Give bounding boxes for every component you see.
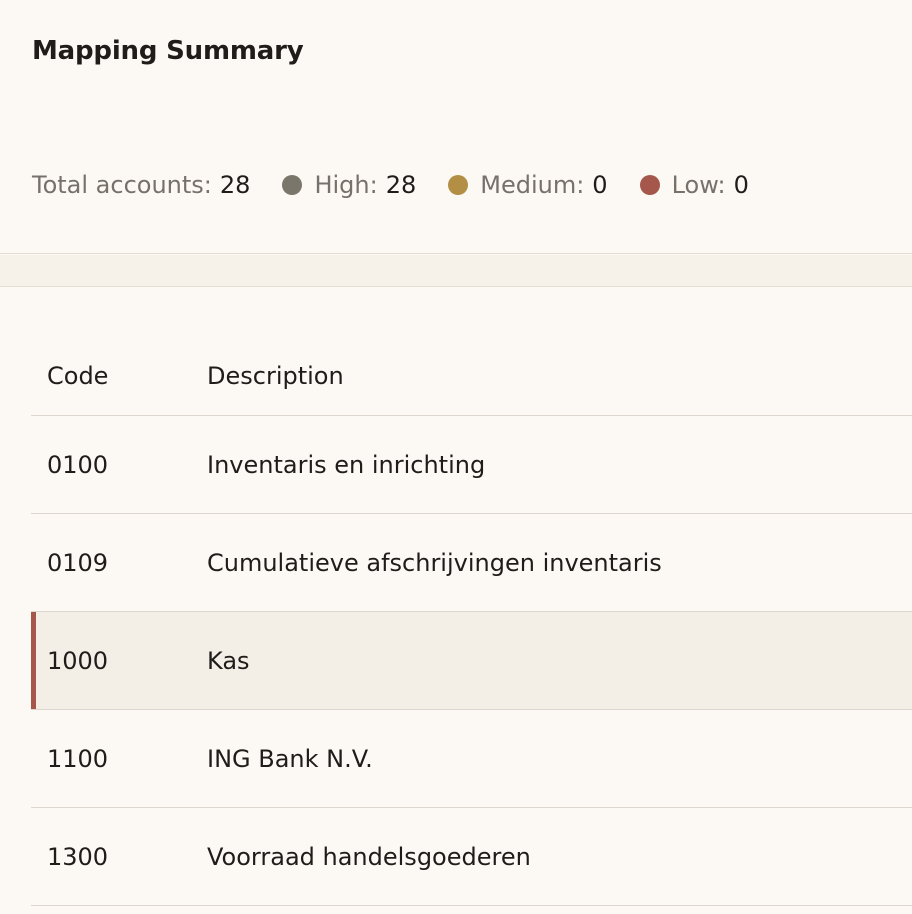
account-description-cell: ING Bank N.V. [207,744,373,773]
account-code-cell: 1300 [47,842,109,871]
summary-title: Mapping Summary [32,36,304,66]
table-row[interactable]: 1100 ING Bank N.V. [31,710,912,808]
column-header-code[interactable]: Code [47,356,108,390]
account-description-cell: Cumulatieve afschrijvingen inventaris [207,548,662,577]
table-row[interactable]: 0109 Cumulatieve afschrijvingen inventar… [31,514,912,612]
account-code-cell: 0100 [47,450,109,479]
stat-high-label: High: [314,171,378,199]
section-divider [0,255,912,287]
mapping-summary-card: Mapping Summary Total accounts: 28 High:… [0,0,912,254]
account-code-cell: 1100 [47,744,109,773]
low-confidence-dot-icon [639,175,660,195]
stat-low: Low: 0 [639,171,749,199]
account-description-cell: Voorraad handelsgoederen [207,842,531,871]
account-description-cell: Kas [207,646,250,675]
table-row[interactable]: 1300 Voorraad handelsgoederen [31,808,912,906]
medium-confidence-dot-icon [448,175,469,195]
table-row[interactable]: 1000 Kas [31,612,912,710]
stat-high: High: 28 [282,171,416,199]
column-header-description[interactable]: Description [207,356,344,390]
summary-stats: Total accounts: 28 High: 28 Medium: 0 Lo… [32,168,749,202]
stat-medium-label: Medium: [480,171,585,199]
accounts-table: Code Description 0100 Inventaris en inri… [31,330,912,906]
stat-total-value: 28 [219,171,251,199]
table-row[interactable]: 0100 Inventaris en inrichting [31,416,912,514]
high-confidence-dot-icon [282,175,303,195]
account-description-cell: Inventaris en inrichting [207,450,486,479]
stat-medium-value: 0 [592,171,608,199]
accounts-table-card: Code Description 0100 Inventaris en inri… [0,288,912,914]
table-header-row: Code Description [31,330,912,416]
stat-high-value: 28 [385,171,417,199]
account-code-cell: 0109 [47,548,109,577]
stat-total: Total accounts: 28 [32,171,250,199]
stat-medium: Medium: 0 [448,171,608,199]
stat-low-label: Low: [671,171,726,199]
stat-low-value: 0 [733,171,749,199]
account-code-cell: 1000 [47,646,109,675]
stat-total-label: Total accounts: [32,171,212,199]
